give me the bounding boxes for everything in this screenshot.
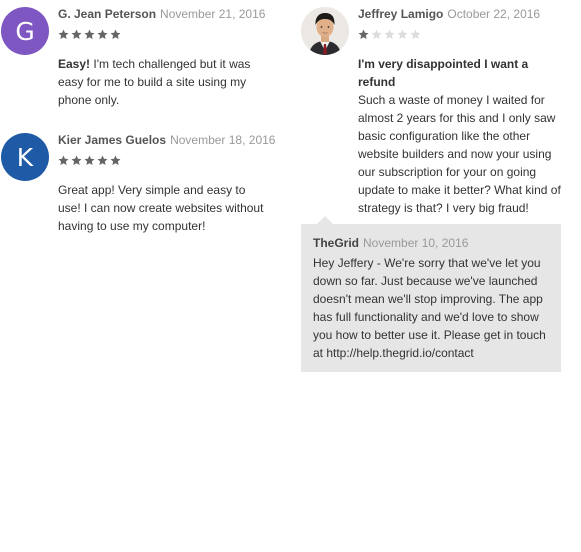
star-filled-icon [110,155,121,165]
star-filled-icon [71,29,82,39]
review-date: October 22, 2016 [447,7,541,21]
reply-header: TheGrid November 10, 2016 [313,236,561,250]
review-text: Great app! Very simple and easy to use! … [58,181,268,235]
review-body: Such a waste of money I waited for almos… [358,93,561,215]
star-filled-icon [97,29,108,39]
avatar: G [1,7,49,55]
star-filled-icon [97,155,108,165]
star-filled-icon [58,29,69,39]
star-empty-icon [371,29,382,39]
review-header: Jeffrey Lamigo October 22, 2016 [358,7,568,21]
developer-reply: TheGrid November 10, 2016 Hey Jeffery - W… [301,216,561,372]
review-headline: Easy! [58,57,91,71]
star-empty-icon [410,29,421,39]
star-rating [58,29,268,43]
star-filled-icon [84,29,95,39]
star-filled-icon [84,155,95,165]
reviewer-name: Jeffrey Lamigo [358,7,444,21]
star-filled-icon [358,29,369,39]
avatar: K [1,133,49,181]
star-filled-icon [110,29,121,39]
review-headline: I'm very disappointed I want a refund [358,57,529,89]
reviewer-name: G. Jean Peterson [58,7,157,21]
review-body: Great app! Very simple and easy to use! … [58,183,264,233]
review-header: Kier James Guelos November 18, 2016 [58,133,275,147]
profile-photo-icon [301,7,349,55]
reply-date: November 10, 2016 [363,236,469,250]
avatar-letter: K [16,142,34,172]
star-empty-icon [397,29,408,39]
developer-name: TheGrid [313,236,360,250]
star-rating [58,155,268,169]
star-filled-icon [58,155,69,165]
review-header: G. Jean Peterson November 21, 2016 [58,7,268,21]
person-photo-icon [301,7,349,55]
star-rating [358,29,568,43]
avatar-letter: G [15,16,35,46]
review-text: Easy! I'm tech challenged but it was eas… [58,55,268,109]
star-filled-icon [71,155,82,165]
star-empty-icon [384,29,395,39]
review-date: November 18, 2016 [170,133,276,147]
review-text: I'm very disappointed I want a refund Suc… [358,55,568,217]
review-date: November 21, 2016 [160,7,266,21]
reply-text: Hey Jeffery - We're sorry that we've let… [313,256,546,360]
reviewer-name: Kier James Guelos [58,133,167,147]
